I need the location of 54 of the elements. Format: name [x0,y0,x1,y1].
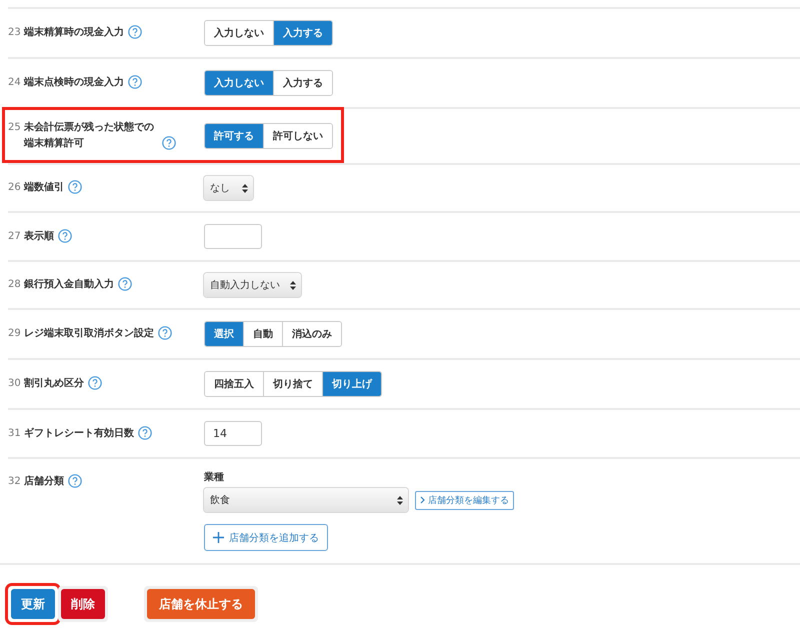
help-icon[interactable] [128,75,142,89]
setting-label: 端末精算時の現金入力 [24,26,124,40]
help-icon[interactable] [118,277,132,291]
row-number: 30 [8,377,22,391]
row-number: 24 [8,76,22,90]
setting-label: 未会計伝票が残った状態での端末精算許可 [24,120,155,151]
setting-label: 店舗分類 [24,474,64,489]
toggle-option[interactable]: 切り上げ [322,372,381,396]
sort-arrows-icon [242,184,248,192]
toggle-option[interactable]: 入力する [273,71,332,95]
plus-icon [213,532,224,543]
row-number: 27 [8,230,22,244]
toggle-option[interactable]: 入力しない [205,71,273,95]
help-icon[interactable] [128,25,142,39]
row-number: 25 [8,121,22,135]
sort-arrows-icon [290,280,296,290]
row-number: 32 [8,475,22,489]
action-button[interactable]: 削除 [61,589,105,619]
input-field[interactable]: 14 [204,421,262,446]
setting-label: ギフトレシート有効日数 [24,426,134,440]
add-button[interactable]: 店舗分類を追加する [204,524,328,551]
help-icon[interactable] [88,376,102,390]
setting-label: 表示順 [24,230,54,244]
help-icon[interactable] [68,474,82,488]
row-number: 31 [8,426,22,440]
dropdown[interactable]: なし [204,176,253,200]
action-button[interactable]: 更新 [11,589,55,619]
dropdown[interactable]: 飲食 [204,488,408,512]
row-number: 28 [8,278,22,292]
field-label: 業種 [204,470,224,484]
help-icon[interactable] [58,228,72,242]
toggle-option[interactable]: 許可する [205,124,263,148]
row-number: 23 [8,26,22,40]
toggle-option[interactable]: 選択 [205,322,243,346]
row-number: 26 [8,181,22,195]
help-icon[interactable] [138,426,152,440]
setting-label: 端末点検時の現金入力 [24,76,124,90]
help-icon[interactable] [158,326,172,340]
action-button[interactable]: 店舗を休止する [147,589,255,619]
setting-label: 端数値引 [24,180,64,195]
toggle-option[interactable]: 許可しない [263,124,332,148]
toggle-option[interactable]: 入力する [273,21,332,45]
setting-label: 銀行預入金自動入力 [24,278,114,292]
help-icon[interactable] [162,136,176,150]
input-field[interactable] [204,224,262,249]
help-icon[interactable] [68,180,82,194]
sort-arrows-icon [397,496,403,504]
dropdown[interactable]: 自動入力しない [204,273,301,297]
setting-label: 割引丸め区分 [24,376,84,391]
setting-label: レジ端末取引取消ボタン設定 [24,326,154,341]
chevron-icon [420,496,425,504]
row-number: 29 [8,327,22,341]
edit-link-button[interactable]: 店舗分類を編集する [415,490,514,510]
toggle-option[interactable]: 消込のみ [282,322,341,346]
